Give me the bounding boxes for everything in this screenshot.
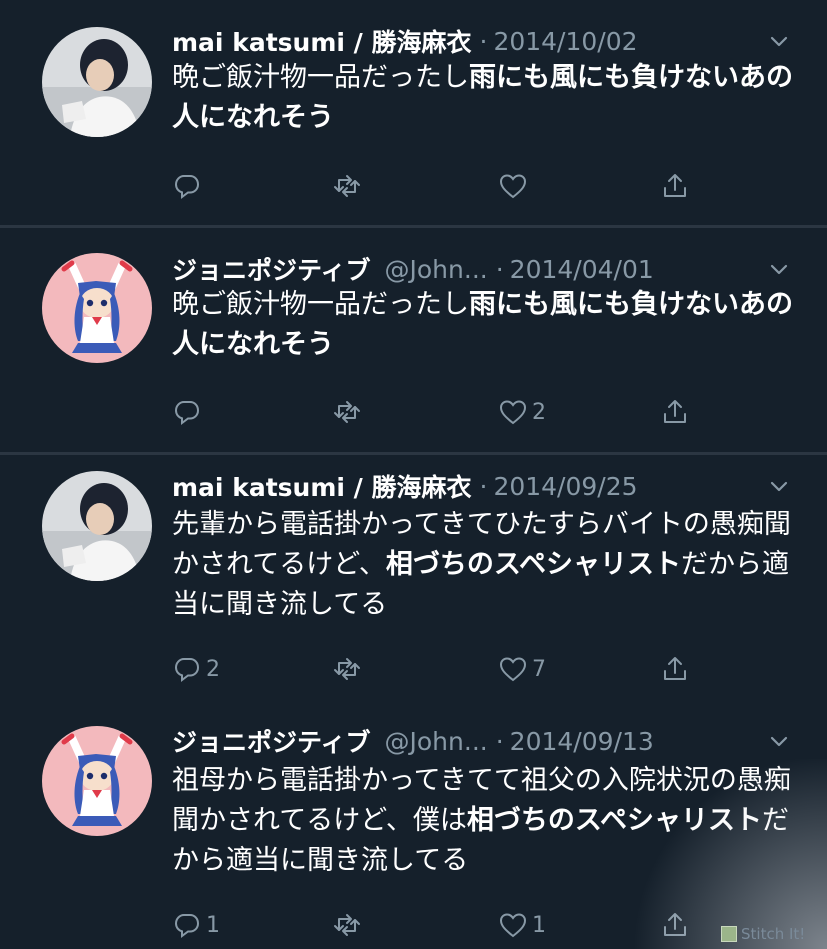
heart-icon <box>499 913 527 938</box>
tweet-header: mai katsumi / 勝海麻衣 · 2014/09/25 <box>172 466 787 506</box>
tweet-header: ジョニポジティブ @John... · 2014/09/13 <box>172 721 787 761</box>
share-icon <box>664 174 686 197</box>
display-name[interactable]: ジョニポジティブ <box>172 723 371 759</box>
avatar[interactable] <box>42 471 152 581</box>
share-button[interactable] <box>660 168 690 204</box>
avatar[interactable] <box>42 27 152 137</box>
retweet-icon <box>334 175 360 197</box>
avatar[interactable] <box>42 726 152 836</box>
anime-girl-avatar-icon <box>42 726 152 836</box>
separator: · <box>479 26 488 56</box>
like-count: 7 <box>532 656 546 682</box>
tweet-text-bold: 相づちのスペシャリスト <box>385 549 681 580</box>
tweet-actions <box>172 168 732 204</box>
like-button[interactable] <box>498 168 532 204</box>
tweet-text-bold: 相づちのスペシャリスト <box>466 805 762 836</box>
reply-button[interactable] <box>172 168 206 204</box>
avatar[interactable] <box>42 253 152 363</box>
like-button[interactable]: 7 <box>498 651 546 687</box>
retweet-icon <box>334 914 360 936</box>
tweet-text: 祖母から電話掛かってきてて祖父の入院状況の愚痴聞かされてるけど、僕は相づちのスペ… <box>172 761 797 881</box>
tweet[interactable]: ジョニポジティブ @John... · 2014/04/01 晩ご飯汁物一品だっ… <box>0 228 827 455</box>
like-count: 1 <box>532 912 546 938</box>
user-handle[interactable]: @John... <box>385 727 488 756</box>
person-photo-avatar-icon <box>42 471 152 581</box>
reply-count: 1 <box>206 912 220 938</box>
tweet-header: ジョニポジティブ @John... · 2014/04/01 <box>172 249 787 289</box>
share-icon <box>664 400 686 423</box>
heart-icon <box>499 400 527 425</box>
retweet-button[interactable] <box>332 907 366 943</box>
tweet-actions: 1 1 <box>172 907 732 943</box>
user-handle[interactable]: @John... <box>385 255 488 284</box>
retweet-icon <box>334 401 360 423</box>
display-name[interactable]: ジョニポジティブ <box>172 251 371 287</box>
tweet-header: mai katsumi / 勝海麻衣 · 2014/10/02 <box>172 21 787 61</box>
reply-icon <box>174 914 200 938</box>
tweet-text-normal: 晩ご飯汁物一品だったし <box>172 62 469 93</box>
chevron-down-icon[interactable] <box>767 258 791 282</box>
display-name[interactable]: mai katsumi / 勝海麻衣 <box>172 23 471 59</box>
heart-icon <box>499 174 527 199</box>
heart-icon <box>499 657 527 682</box>
reply-icon <box>174 401 200 425</box>
like-button[interactable]: 2 <box>498 394 546 430</box>
retweet-button[interactable] <box>332 651 366 687</box>
tweet[interactable]: mai katsumi / 勝海麻衣 · 2014/10/02 晩ご飯汁物一品だ… <box>0 0 827 228</box>
chevron-down-icon[interactable] <box>767 475 791 499</box>
display-name[interactable]: mai katsumi / 勝海麻衣 <box>172 468 471 504</box>
like-button[interactable]: 1 <box>498 907 546 943</box>
anime-girl-avatar-icon <box>42 253 152 363</box>
tweet-text: 先輩から電話掛かってきてひたすらバイトの愚痴聞かされてるけど、相づちのスペシャリ… <box>172 505 797 625</box>
timestamp[interactable]: 2014/09/25 <box>493 472 637 501</box>
timestamp[interactable]: 2014/09/13 <box>510 727 654 756</box>
reply-icon <box>174 658 200 682</box>
like-count: 2 <box>532 399 546 425</box>
tweet-actions: 2 <box>172 394 732 430</box>
share-button[interactable] <box>660 907 690 943</box>
reply-button[interactable]: 1 <box>172 907 220 943</box>
timestamp[interactable]: 2014/10/02 <box>493 27 637 56</box>
separator: · <box>495 254 504 284</box>
tweet[interactable]: ジョニポジティブ @John... · 2014/09/13 祖母から電話掛かっ… <box>0 711 827 949</box>
watermark-text: Stitch It! <box>741 925 806 943</box>
reply-count: 2 <box>206 656 220 682</box>
tweet-text-normal: 晩ご飯汁物一品だったし <box>172 289 469 320</box>
retweet-button[interactable] <box>332 394 366 430</box>
retweet-icon <box>334 658 360 680</box>
watermark-icon <box>721 926 737 942</box>
reply-button[interactable]: 2 <box>172 651 220 687</box>
share-button[interactable] <box>660 651 690 687</box>
retweet-button[interactable] <box>332 168 366 204</box>
tweet-text: 晩ご飯汁物一品だったし雨にも風にも負けないあの人になれそう <box>172 285 797 365</box>
tweet-text: 晩ご飯汁物一品だったし雨にも風にも負けないあの人になれそう <box>172 58 797 138</box>
chevron-down-icon[interactable] <box>767 30 791 54</box>
watermark: Stitch It! <box>721 921 821 947</box>
timestamp[interactable]: 2014/04/01 <box>510 255 654 284</box>
chevron-down-icon[interactable] <box>767 730 791 754</box>
separator: · <box>495 726 504 756</box>
separator: · <box>479 471 488 501</box>
timeline: mai katsumi / 勝海麻衣 · 2014/10/02 晩ご飯汁物一品だ… <box>0 0 827 949</box>
share-button[interactable] <box>660 394 690 430</box>
share-icon <box>664 657 686 680</box>
share-icon <box>664 913 686 936</box>
tweet[interactable]: mai katsumi / 勝海麻衣 · 2014/09/25 先輩から電話掛か… <box>0 455 827 711</box>
person-photo-avatar-icon <box>42 27 152 137</box>
reply-button[interactable] <box>172 394 206 430</box>
tweet-actions: 2 7 <box>172 651 732 687</box>
reply-icon <box>174 175 200 199</box>
